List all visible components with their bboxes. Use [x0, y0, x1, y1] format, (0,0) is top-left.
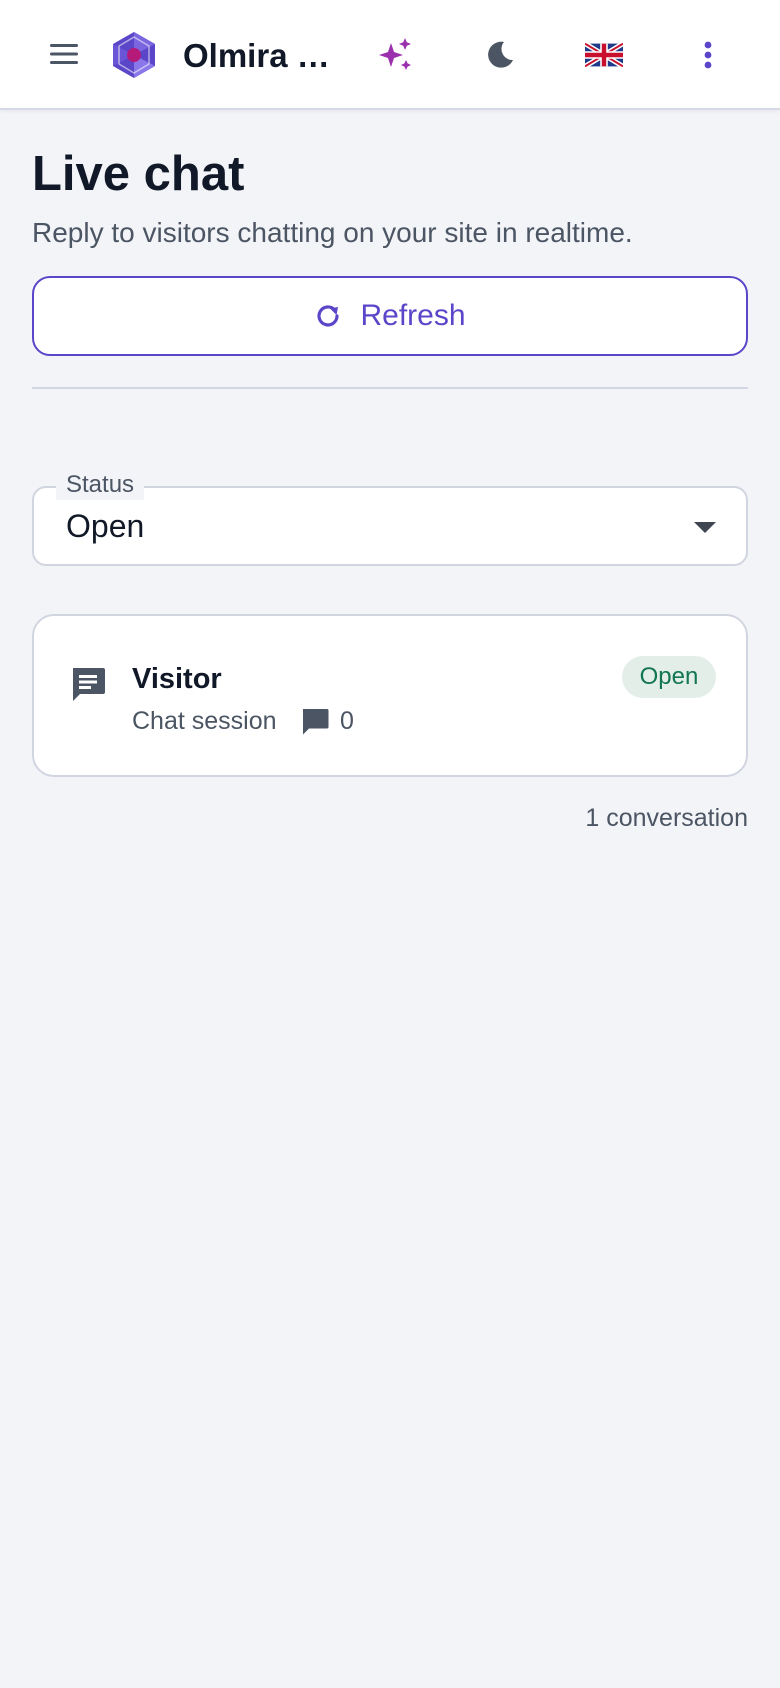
app-title: Olmira C... [183, 37, 343, 74]
more-options-button[interactable] [685, 32, 731, 78]
live-chat-page: Olmira C... Live chat Reply to visitors … [0, 0, 780, 1688]
more-vertical-icon [704, 41, 712, 69]
hexagon-logo-icon [113, 32, 155, 78]
ai-assist-button[interactable] [373, 32, 419, 78]
visitor-name: Visitor [132, 663, 222, 695]
conversation-type: Chat session [132, 707, 277, 735]
refresh-button-label: Refresh [360, 299, 466, 332]
dropdown-caret-icon [694, 522, 716, 533]
refresh-button[interactable]: Refresh [32, 276, 748, 356]
conversation-card[interactable]: Visitor Chat session 0 Open [32, 614, 748, 777]
app-bar: Olmira C... [0, 0, 780, 110]
status-select-value: Open [66, 508, 145, 544]
moon-icon [488, 41, 513, 68]
page-subtitle: Reply to visitors chatting on your site … [32, 217, 633, 248]
menu-button[interactable] [44, 34, 84, 74]
theme-toggle-button[interactable] [477, 32, 523, 78]
app-logo[interactable] [111, 31, 157, 79]
message-icon [303, 709, 329, 735]
sparkle-icon [379, 38, 411, 70]
status-select[interactable]: Status Open [32, 470, 748, 566]
status-badge: Open [622, 656, 716, 698]
refresh-icon [317, 305, 340, 327]
chat-icon [73, 668, 105, 701]
language-button[interactable] [581, 32, 627, 78]
divider [32, 387, 748, 389]
message-count: 0 [340, 707, 354, 735]
hamburger-menu-icon [50, 44, 78, 64]
conversation-count: 1 conversation [585, 804, 748, 832]
page-title: Live chat [32, 147, 245, 201]
status-select-label: Status [56, 470, 145, 500]
uk-flag-icon [585, 43, 623, 67]
